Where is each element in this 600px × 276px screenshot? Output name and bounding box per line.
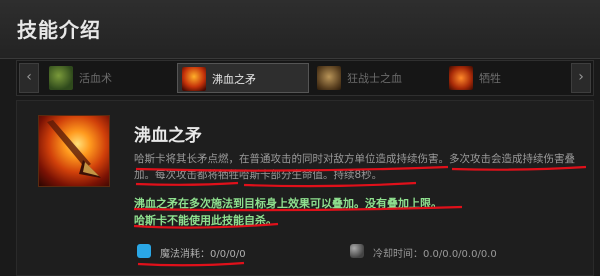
tab-skill-2[interactable]: 沸血之矛	[177, 63, 309, 93]
next-tab-arrow-icon[interactable]: ›	[571, 63, 591, 93]
mana-cost: 魔法消耗：0/0/0/0	[160, 249, 246, 260]
troll-skill-icon	[49, 66, 73, 90]
mana-icon	[137, 244, 151, 258]
cooldown: 冷却时间：0.0/0.0/0.0/0.0	[373, 249, 497, 260]
skill-name: 沸血之矛	[134, 126, 202, 146]
berserkers-blood-icon	[317, 66, 341, 90]
skill-description: 哈斯卡将其长矛点燃，在普通攻击的同时对敌方单位造成持续伤害。多次攻击会造成持续伤…	[134, 153, 575, 181]
tab-label: 沸血之矛	[212, 73, 256, 86]
tab-skill-4[interactable]: 牺牲	[445, 63, 569, 93]
tab-skill-1[interactable]: 活血术	[45, 63, 175, 93]
tab-label: 狂战士之血	[347, 72, 402, 85]
skill-note-suicide: 哈斯卡不能使用此技能自杀。	[134, 214, 277, 227]
skill-tabs: ‹ 活血术 沸血之矛 狂战士之血 牺牲 ›	[16, 60, 594, 96]
cooldown-icon	[350, 244, 364, 258]
page-title: 技能介绍	[17, 18, 101, 42]
tab-skill-3[interactable]: 狂战士之血	[313, 63, 443, 93]
tab-label: 活血术	[79, 72, 112, 85]
skill-note-stacking: 沸血之矛在多次施法到目标身上效果可以叠加。没有叠加上限。	[134, 197, 442, 210]
sacrifice-icon	[449, 66, 473, 90]
tab-label: 牺牲	[479, 72, 501, 85]
prev-tab-arrow-icon[interactable]: ‹	[19, 63, 39, 93]
burning-spear-icon	[182, 67, 206, 91]
header-bar: 技能介绍	[0, 0, 600, 59]
burning-spear-portrait-icon	[38, 115, 110, 187]
